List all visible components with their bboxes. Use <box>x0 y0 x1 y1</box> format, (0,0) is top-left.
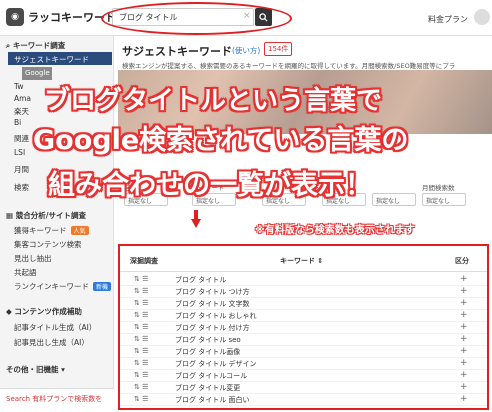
sidebar-item-rakuten[interactable]: 楽天 <box>14 106 29 117</box>
app-logo[interactable]: ◉ ラッコキーワード <box>6 8 116 26</box>
table-row[interactable]: ⇅ ☰ ブログ タイトル + <box>120 274 487 286</box>
keyword-cell[interactable]: ブログ タイトル デザイン <box>175 359 256 369</box>
add-icon[interactable]: + <box>460 358 468 368</box>
table-header: 深掘調査 キーワード ⇕ 区分 <box>120 246 487 272</box>
sidebar-item-cooccurrence[interactable]: 共起語 <box>14 267 37 278</box>
sidebar-item-bing[interactable]: Bi <box>14 118 21 127</box>
logo-icon: ◉ <box>6 8 24 26</box>
table-row[interactable]: ⇅ ☰ ブログ タイトル変更 + <box>120 382 487 394</box>
sidebar-item-content-search[interactable]: 集客コンテンツ検索 <box>14 239 82 250</box>
row-action-icons[interactable]: ⇅ ☰ <box>134 347 148 355</box>
keyword-cell[interactable]: ブログ タイトル つけ方 <box>175 287 249 297</box>
sidebar-section-competitor: ▦ 競合分析/サイト調査 <box>6 211 86 220</box>
col-keyword[interactable]: キーワード ⇕ <box>280 256 323 266</box>
row-action-icons[interactable]: ⇅ ☰ <box>134 287 148 295</box>
chart-icon: ▦ <box>6 211 16 220</box>
new-badge: 新機 <box>93 282 112 291</box>
result-count-badge: 154件 <box>264 42 293 56</box>
sidebar-section-keyword: ⌕ キーワード調査 <box>6 41 66 50</box>
page-title: サジェストキーワード <box>122 45 232 58</box>
sidebar-item-heading-gen[interactable]: 記事見出し生成（AI） <box>14 337 89 348</box>
table-row[interactable]: ⇅ ☰ ブログ タイトル 付け方 + <box>120 322 487 334</box>
paid-version-note: ※有料版なら検索数も表示されます <box>255 225 415 236</box>
add-icon[interactable]: + <box>460 298 468 308</box>
sidebar-item-acquired-keywords[interactable]: 獲得キーワード 人気 <box>14 225 89 236</box>
sidebar-item-heading-extract[interactable]: 見出し抽出 <box>14 253 52 264</box>
add-icon[interactable]: + <box>460 334 468 344</box>
add-icon[interactable]: + <box>460 310 468 320</box>
down-arrow-icon <box>191 210 201 228</box>
add-icon[interactable]: + <box>460 370 468 380</box>
sidebar-item-lsi[interactable]: LSI <box>14 148 25 157</box>
keyword-cell[interactable]: ブログ タイトル おしゃれ <box>175 311 256 321</box>
popular-badge: 人気 <box>70 226 89 235</box>
add-icon[interactable]: + <box>460 394 468 404</box>
search-highlight-ring <box>101 2 292 35</box>
table-row[interactable]: ⇅ ☰ ブログ タイトル seo + <box>120 334 487 346</box>
sidebar-section-content: ◆ コンテンツ作成補助 <box>6 307 82 316</box>
keyword-cell[interactable]: ブログ タイトル 付け方 <box>175 323 249 333</box>
col-category[interactable]: 区分 <box>455 256 469 266</box>
sidebar-subitem-google[interactable]: Google <box>22 67 52 80</box>
add-icon[interactable]: + <box>460 286 468 296</box>
filter-select-monthly[interactable]: 指定なし <box>422 193 466 206</box>
table-row[interactable]: ⇅ ☰ ブログ タイトル 文字数 + <box>120 298 487 310</box>
row-action-icons[interactable]: ⇅ ☰ <box>134 299 148 307</box>
keyword-cell[interactable]: ブログ タイトルコール <box>175 371 247 381</box>
table-row[interactable]: ⇅ ☰ ブログ タイトル つけ方 + <box>120 286 487 298</box>
avatar[interactable] <box>474 9 490 25</box>
pricing-plan-link[interactable]: 料金プラン <box>428 14 468 25</box>
row-action-icons[interactable]: ⇅ ☰ <box>134 335 148 343</box>
sidebar-section-other[interactable]: その他・旧機能 ▾ <box>6 364 65 375</box>
sidebar-item-related[interactable]: 関連 <box>14 133 29 144</box>
row-action-icons[interactable]: ⇅ ☰ <box>134 311 148 319</box>
col-deep-research: 深掘調査 <box>130 257 158 265</box>
add-icon[interactable]: + <box>460 322 468 332</box>
row-action-icons[interactable]: ⇅ ☰ <box>134 383 148 391</box>
keyword-cell[interactable]: ブログ タイトル seo <box>175 335 241 345</box>
top-header: ◉ ラッコキーワード ブログ タイトル × 料金プラン <box>0 0 492 36</box>
table-row[interactable]: ⇅ ☰ ブログ タイトルコール + <box>120 370 487 382</box>
filter-select-5[interactable]: 指定なし <box>372 193 416 206</box>
table-row[interactable]: ⇅ ☰ ブログ タイトル デザイン + <box>120 358 487 370</box>
keyword-cell[interactable]: ブログ タイトル変更 <box>175 383 240 393</box>
keyword-cell[interactable]: ブログ タイトル 面白い <box>175 395 249 405</box>
sidebar-item-amazon[interactable]: Ama <box>14 94 31 103</box>
sidebar-item-suggest[interactable]: サジェストキーワード <box>8 52 112 65</box>
row-action-icons[interactable]: ⇅ ☰ <box>134 371 148 379</box>
row-action-icons[interactable]: ⇅ ☰ <box>134 395 148 403</box>
row-action-icons[interactable]: ⇅ ☰ <box>134 275 148 283</box>
page-description: 検索エンジンが提案する、検索需要のあるキーワードを網羅的に取得しています。月間検… <box>122 62 456 70</box>
add-icon[interactable]: + <box>460 346 468 356</box>
sidebar-item-rankin-keywords[interactable]: ランクインキーワード 新機 <box>14 281 112 292</box>
keyword-cell[interactable]: ブログ タイトル 文字数 <box>175 299 249 309</box>
add-icon[interactable]: + <box>460 382 468 392</box>
sidebar-item-twitter[interactable]: Tw <box>14 82 23 91</box>
keyword-table: 深掘調査 キーワード ⇕ 区分 ⇅ ☰ ブログ タイトル + ⇅ ☰ ブログ タイトル … <box>118 244 489 410</box>
table-row[interactable]: ⇅ ☰ ブログ タイトル画像 + <box>120 346 487 358</box>
sidebar-item-search[interactable]: 検索 <box>14 182 29 193</box>
table-row[interactable]: ⇅ ☰ ブログ タイトル おしゃれ + <box>120 310 487 322</box>
chevron-down-icon: ▾ <box>58 365 65 374</box>
add-icon[interactable]: + <box>460 274 468 284</box>
table-row[interactable]: ⇅ ☰ ブログ タイトル 面白い + <box>120 394 487 406</box>
howto-link[interactable]: (使い方) <box>232 45 260 56</box>
search-icon: ⌕ <box>6 41 13 50</box>
keyword-cell[interactable]: ブログ タイトル画像 <box>175 347 240 357</box>
callout-line-2: Google検索されている言葉の <box>33 125 409 156</box>
sidebar-item-monthly[interactable]: 月間 <box>14 164 29 175</box>
row-action-icons[interactable]: ⇅ ☰ <box>134 359 148 367</box>
row-action-icons[interactable]: ⇅ ☰ <box>134 323 148 331</box>
keyword-cell[interactable]: ブログ タイトル <box>175 275 226 285</box>
filter-label-monthly: 月間検索数 <box>422 184 455 192</box>
promo-banner[interactable]: Search 有料プランで検索数を <box>0 388 114 412</box>
sidebar-item-title-gen[interactable]: 記事タイトル生成（AI） <box>14 322 96 333</box>
callout-line-3: 組み合わせの一覧が表示！ <box>48 170 372 201</box>
callout-line-1: ブログタイトルという言葉で <box>44 86 383 116</box>
